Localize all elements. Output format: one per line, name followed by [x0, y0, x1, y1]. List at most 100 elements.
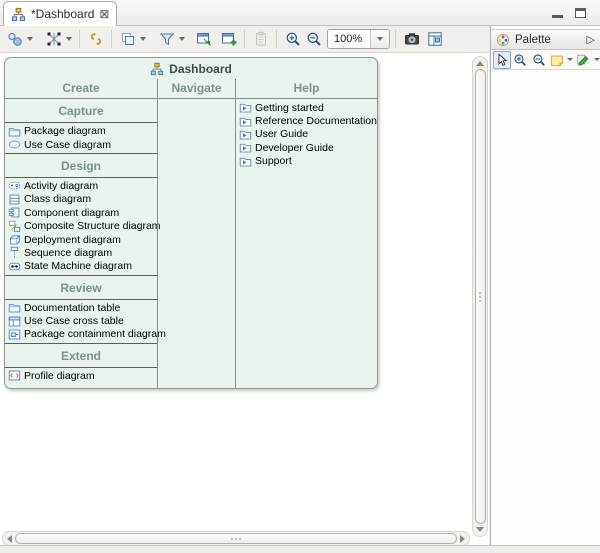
- zoom-level-value: 100%: [328, 33, 370, 45]
- vertical-scrollbar-thumb[interactable]: [475, 69, 486, 524]
- maximize-icon[interactable]: [575, 8, 586, 18]
- application-window: *Dashboard ⊠ 100%: [0, 0, 600, 553]
- create-item-usecase-cross-table[interactable]: Use Case cross table: [5, 314, 157, 327]
- section-review: Review: [5, 276, 157, 300]
- help-item-support[interactable]: Support: [236, 155, 377, 168]
- horizontal-scrollbar[interactable]: [2, 531, 470, 546]
- edit-tool-dropdown[interactable]: [593, 58, 600, 61]
- create-item-documentation-table[interactable]: Documentation table: [5, 301, 157, 314]
- diagram-toolbar: 100%: [0, 26, 489, 53]
- zoom-level-combo[interactable]: 100%: [327, 29, 390, 49]
- help-link-icon: [239, 141, 252, 154]
- select-connections-dropdown[interactable]: [64, 29, 74, 50]
- create-item-class-diagram[interactable]: Class diagram: [5, 193, 157, 206]
- create-item-package-diagram[interactable]: Package diagram: [5, 125, 157, 138]
- help-item-getting-started[interactable]: Getting started: [236, 101, 377, 114]
- deployment-diagram-icon: [8, 233, 21, 246]
- overview-icon: [427, 31, 443, 47]
- section-design: Design: [5, 154, 157, 178]
- overview-button[interactable]: [424, 29, 445, 50]
- create-item-usecase-diagram[interactable]: Use Case diagram: [5, 138, 157, 151]
- usecase-cross-table-icon: [8, 315, 21, 328]
- class-diagram-icon: [8, 193, 21, 206]
- filter-button[interactable]: [156, 29, 177, 50]
- horizontal-scrollbar-thumb[interactable]: [15, 533, 457, 544]
- create-item-activity-diagram[interactable]: Activity diagram: [5, 179, 157, 192]
- palette-header[interactable]: Palette ▷: [491, 29, 600, 50]
- section-capture: Capture: [5, 99, 157, 123]
- expand-arrow-icon[interactable]: ▷: [587, 33, 595, 46]
- select-connections-button[interactable]: [43, 29, 64, 50]
- zoom-in-button[interactable]: [282, 29, 303, 50]
- tab-dashboard[interactable]: *Dashboard ⊠: [3, 1, 117, 26]
- edit-tool-icon: [576, 53, 590, 67]
- diagram-canvas[interactable]: Dashboard Create Capture Package diagram: [0, 53, 489, 545]
- select-tool-button[interactable]: [493, 51, 511, 69]
- create-column-header: Create: [5, 79, 157, 99]
- select-shapes-dropdown[interactable]: [25, 29, 35, 50]
- help-column-header: Help: [236, 79, 377, 99]
- create-item-deployment-diagram[interactable]: Deployment diagram: [5, 233, 157, 246]
- copy-appearance-icon: [120, 31, 136, 47]
- note-tool-icon: [550, 53, 564, 67]
- create-item-profile-diagram[interactable]: Profile diagram: [5, 369, 157, 382]
- help-link-icon: [239, 128, 252, 141]
- palette-icon: [496, 33, 510, 47]
- select-tool-icon: [495, 53, 509, 67]
- sequence-diagram-icon: [8, 246, 21, 259]
- component-diagram-icon: [8, 206, 21, 219]
- palette-zoom-in-button[interactable]: [512, 51, 529, 69]
- create-item-package-containment-diagram[interactable]: Package containment diagram: [5, 328, 157, 341]
- help-link-icon: [239, 155, 252, 168]
- note-tool-dropdown[interactable]: [567, 58, 574, 61]
- select-connections-icon: [46, 31, 62, 47]
- help-item-reference-documentation[interactable]: Reference Documentation: [236, 114, 377, 127]
- create-item-state-machine-diagram[interactable]: State Machine diagram: [5, 260, 157, 273]
- create-item-composite-structure-diagram[interactable]: Composite Structure diagram: [5, 219, 157, 232]
- zoom-level-dropdown[interactable]: [370, 29, 389, 49]
- vertical-scrollbar[interactable]: [472, 56, 488, 537]
- zoom-out-button[interactable]: [303, 29, 324, 50]
- create-item-sequence-diagram[interactable]: Sequence diagram: [5, 246, 157, 259]
- zoom-out-icon: [306, 31, 322, 47]
- dashboard-icon: [150, 62, 164, 76]
- scroll-down-arrow-icon[interactable]: [476, 527, 484, 532]
- minimize-icon[interactable]: [552, 15, 563, 18]
- create-item-component-diagram[interactable]: Component diagram: [5, 206, 157, 219]
- zoom-in-tool-icon: [513, 53, 527, 67]
- help-column: Help Getting started Reference Documenta…: [236, 79, 377, 388]
- filter-dropdown[interactable]: [177, 29, 187, 50]
- scroll-left-arrow-icon[interactable]: [7, 535, 12, 543]
- select-shapes-button[interactable]: [4, 29, 25, 50]
- palette-zoom-out-button[interactable]: [530, 51, 547, 69]
- copy-appearance-dropdown[interactable]: [138, 29, 148, 50]
- navigate-column: Navigate: [157, 79, 236, 388]
- sync-with-model-icon: [88, 31, 104, 47]
- help-item-user-guide[interactable]: User Guide: [236, 128, 377, 141]
- diagram-tree-icon: [11, 7, 26, 22]
- help-item-developer-guide[interactable]: Developer Guide: [236, 141, 377, 154]
- palette-panel: Palette ▷: [490, 26, 600, 545]
- section-extend: Extend: [5, 344, 157, 368]
- help-link-icon: [239, 115, 252, 128]
- note-tool-button[interactable]: [548, 51, 565, 69]
- package-diagram-icon: [8, 125, 21, 138]
- palette-title: Palette: [515, 34, 582, 46]
- palette-toolbar: [491, 50, 600, 70]
- scroll-right-arrow-icon[interactable]: [460, 535, 465, 543]
- paste-button: [250, 29, 271, 50]
- paste-icon: [253, 31, 269, 47]
- export-view-button[interactable]: [193, 29, 214, 50]
- close-icon[interactable]: ⊠: [99, 8, 109, 20]
- copy-appearance-button[interactable]: [117, 29, 138, 50]
- edit-tool-button[interactable]: [575, 51, 592, 69]
- scroll-up-arrow-icon[interactable]: [476, 61, 484, 66]
- snapshot-button[interactable]: [401, 29, 422, 50]
- package-containment-diagram-icon: [8, 328, 21, 341]
- navigate-column-header: Navigate: [158, 79, 235, 99]
- dashboard-panel-title-row: Dashboard: [5, 58, 377, 79]
- help-link-icon: [239, 101, 252, 114]
- add-view-button[interactable]: [218, 29, 239, 50]
- composite-structure-diagram-icon: [8, 220, 21, 233]
- sync-with-model-button[interactable]: [85, 29, 106, 50]
